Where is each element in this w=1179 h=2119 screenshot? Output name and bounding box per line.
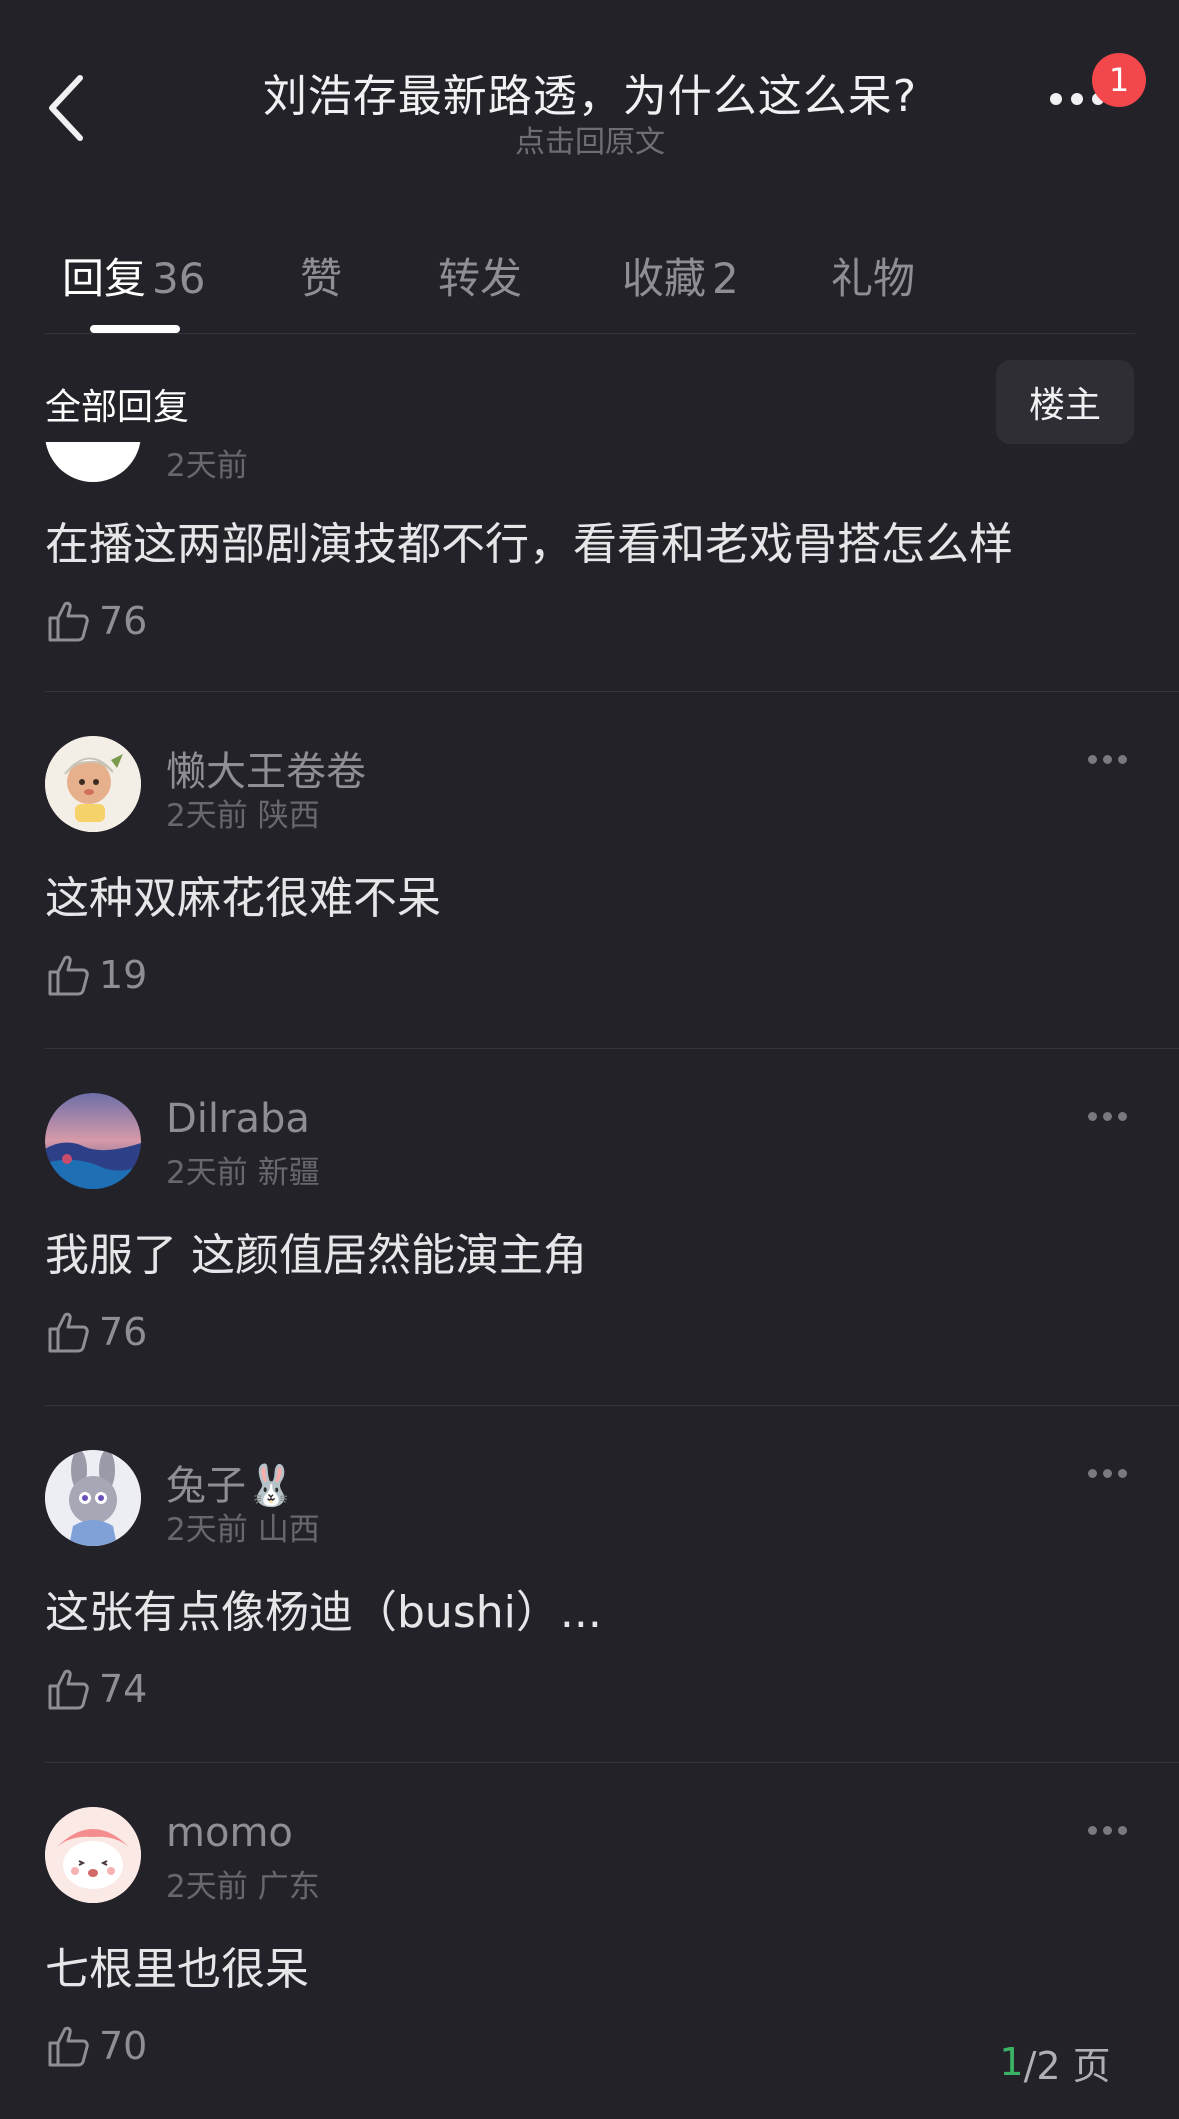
like-button[interactable]: 70 bbox=[45, 2021, 147, 2071]
landscape-avatar-icon bbox=[45, 1093, 141, 1189]
back-button[interactable] bbox=[40, 68, 100, 148]
page-title[interactable]: 刘浩存最新路透，为什么这么呆? bbox=[200, 60, 980, 124]
more-dot-icon bbox=[1088, 1826, 1097, 1835]
header: 刘浩存最新路透，为什么这么呆? 点击回原文 1 bbox=[0, 0, 1179, 180]
page-indicator[interactable]: 1/2 页 bbox=[945, 2030, 1165, 2094]
comment-more-button[interactable] bbox=[1088, 1820, 1136, 1850]
like-count: 70 bbox=[99, 2024, 148, 2068]
like-count: 76 bbox=[99, 599, 148, 643]
pink-bun-avatar-icon bbox=[45, 1807, 141, 1903]
like-button[interactable]: 76 bbox=[45, 596, 147, 646]
comment-more-button[interactable] bbox=[1088, 1106, 1136, 1136]
comment-text: 这种双麻花很难不呆 bbox=[45, 873, 441, 924]
more-dot-icon bbox=[1103, 1826, 1112, 1835]
divider bbox=[45, 333, 1135, 334]
comment-text: 这张有点像杨迪（bushi）... bbox=[45, 1587, 602, 1638]
tab-label: 回复 bbox=[62, 254, 147, 303]
comment-item: Dilraba 2天前 新疆 我服了 这颜值居然能演主角 76 bbox=[0, 1049, 1179, 1406]
comment-list: 在播这两部剧演技都不行，看看和老戏骨搭怎么样 76 懒大王卷卷 2天前 陕西 这… bbox=[0, 442, 1179, 2119]
more-dot-icon bbox=[1118, 1826, 1127, 1835]
notification-badge: 1 bbox=[1092, 53, 1146, 107]
like-count: 76 bbox=[99, 1310, 148, 1354]
avatar[interactable] bbox=[45, 736, 141, 832]
current-page: 1 bbox=[999, 2040, 1024, 2084]
more-dot-icon bbox=[1088, 1469, 1097, 1478]
like-button[interactable]: 74 bbox=[45, 1664, 147, 1714]
more-dot-icon bbox=[1118, 755, 1127, 764]
more-dot-icon bbox=[1103, 1469, 1112, 1478]
active-tab-indicator bbox=[90, 325, 180, 333]
comment-text: 在播这两部剧演技都不行，看看和老戏骨搭怎么样 bbox=[45, 519, 1013, 570]
more-dot-icon bbox=[1118, 1469, 1127, 1478]
tab-label: 转发 bbox=[438, 254, 523, 303]
comment-meta: 2天前 山西 bbox=[166, 1504, 320, 1549]
more-dot-icon bbox=[1103, 755, 1112, 764]
filter-row: 全部回复 楼主 bbox=[0, 358, 1179, 444]
tab-label: 赞 bbox=[300, 254, 343, 303]
tab-favorites[interactable]: 收藏 2 bbox=[622, 245, 739, 306]
total-pages: /2 页 bbox=[1023, 2043, 1111, 2088]
tab-gifts[interactable]: 礼物 bbox=[831, 245, 915, 306]
username[interactable]: Dilraba bbox=[166, 1096, 310, 1142]
thumbs-up-icon bbox=[48, 601, 89, 642]
more-dot-icon bbox=[1071, 93, 1083, 105]
comment-region: 新疆 bbox=[257, 1155, 320, 1191]
comment-meta: 2天前 陕西 bbox=[166, 790, 320, 835]
tab-reposts[interactable]: 转发 bbox=[438, 245, 522, 306]
more-dot-icon bbox=[1088, 1112, 1097, 1121]
comments-page: 刘浩存最新路透，为什么这么呆? 点击回原文 1 回复 36 赞 转发 收藏 2 礼物… bbox=[0, 0, 1179, 2119]
comment-region: 陕西 bbox=[257, 798, 320, 834]
comment-more-button[interactable] bbox=[1088, 1463, 1136, 1493]
comment-time: 2天前 bbox=[166, 1512, 248, 1548]
thumbs-up-icon bbox=[48, 1312, 89, 1353]
chevron-left-icon bbox=[49, 75, 83, 141]
bunny-avatar-icon bbox=[45, 1450, 141, 1546]
tab-bar: 回复 36 赞 转发 收藏 2 礼物 bbox=[0, 235, 1179, 335]
comment-text: 七根里也很呆 bbox=[45, 1944, 309, 1995]
comment-region: 山西 bbox=[257, 1512, 320, 1548]
comment-time: 2天前 bbox=[166, 1155, 248, 1191]
thumbs-up-icon bbox=[48, 955, 89, 996]
like-button[interactable]: 19 bbox=[45, 950, 147, 1000]
cartoon-avatar-icon bbox=[45, 736, 141, 832]
like-button[interactable]: 76 bbox=[45, 1307, 147, 1357]
all-replies-label: 全部回复 bbox=[45, 387, 190, 428]
tab-label: 礼物 bbox=[831, 254, 916, 303]
thumbs-up-icon bbox=[48, 2026, 89, 2067]
comment-time: 2天前 bbox=[166, 1869, 248, 1905]
comment-region: 广东 bbox=[257, 1869, 320, 1905]
tab-likes[interactable]: 赞 bbox=[300, 245, 342, 306]
comment-meta: 2天前 广东 bbox=[166, 1861, 320, 1906]
comment-time: 2天前 bbox=[166, 798, 248, 834]
like-count: 74 bbox=[99, 1667, 148, 1711]
title-block[interactable]: 刘浩存最新路透，为什么这么呆? 点击回原文 bbox=[200, 60, 980, 162]
comment-item: 懒大王卷卷 2天前 陕西 这种双麻花很难不呆 19 bbox=[0, 692, 1179, 1049]
owner-filter-button[interactable]: 楼主 bbox=[996, 360, 1134, 444]
username[interactable]: 兔子🐰 bbox=[166, 1453, 296, 1511]
tab-replies[interactable]: 回复 36 bbox=[62, 245, 205, 306]
more-dot-icon bbox=[1050, 93, 1062, 105]
more-dot-icon bbox=[1088, 755, 1097, 764]
username[interactable]: momo bbox=[166, 1810, 293, 1856]
more-dot-icon bbox=[1103, 1112, 1112, 1121]
like-count: 19 bbox=[99, 953, 148, 997]
comment-more-button[interactable] bbox=[1088, 749, 1136, 779]
back-to-original-link[interactable]: 点击回原文 bbox=[200, 124, 980, 162]
tab-label: 收藏 bbox=[622, 254, 707, 303]
thumbs-up-icon bbox=[48, 1669, 89, 1710]
username[interactable]: 懒大王卷卷 bbox=[166, 739, 366, 797]
comment-text: 我服了 这颜值居然能演主角 bbox=[45, 1230, 587, 1281]
avatar[interactable] bbox=[45, 1093, 141, 1189]
comment-item: 兔子🐰 2天前 山西 这张有点像杨迪（bushi）... 74 bbox=[0, 1406, 1179, 1763]
tab-count: 36 bbox=[152, 254, 206, 303]
avatar[interactable] bbox=[45, 1450, 141, 1546]
more-dot-icon bbox=[1118, 1112, 1127, 1121]
tab-count: 2 bbox=[712, 254, 739, 303]
comment-meta: 2天前 新疆 bbox=[166, 1147, 320, 1192]
avatar[interactable] bbox=[45, 1807, 141, 1903]
